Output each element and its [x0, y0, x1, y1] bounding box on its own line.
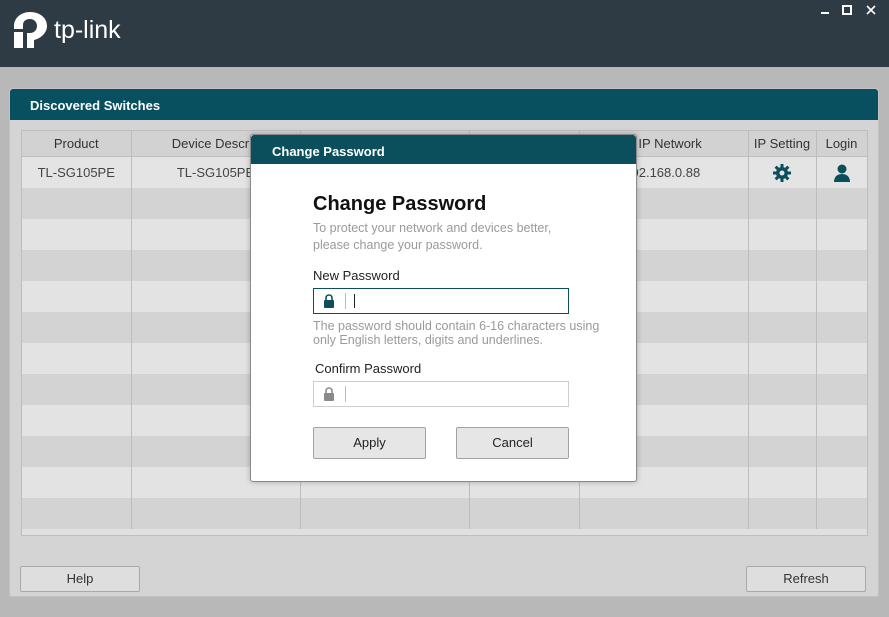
title-bar: tp-link	[0, 0, 889, 67]
table-cell	[22, 281, 132, 312]
dialog-header-title: Change Password	[272, 144, 385, 159]
table-cell	[748, 498, 817, 529]
table-cell	[816, 436, 868, 467]
brand-name: tp-link	[54, 15, 121, 44]
table-cell	[748, 312, 817, 343]
table-cell	[816, 312, 868, 343]
close-button[interactable]	[864, 4, 878, 18]
cell-product: TL-SG105PE	[22, 156, 132, 188]
tp-link-logo: tp-link	[10, 10, 121, 50]
change-password-dialog: Change Password Change Password To prote…	[250, 134, 637, 482]
table-cell	[748, 405, 817, 436]
table-cell	[22, 188, 132, 219]
refresh-button[interactable]: Refresh	[746, 566, 866, 592]
table-cell	[816, 250, 868, 281]
table-cell	[22, 467, 132, 498]
table-cell	[816, 498, 868, 529]
table-cell	[816, 374, 868, 405]
table-cell	[22, 498, 132, 529]
panel-header: Discovered Switches	[10, 89, 878, 120]
table-cell	[816, 188, 868, 219]
table-cell	[748, 343, 817, 374]
login-cell[interactable]	[816, 156, 868, 188]
table-cell	[748, 188, 817, 219]
table-cell	[22, 405, 132, 436]
field-separator	[345, 293, 346, 309]
minimize-button[interactable]	[818, 4, 832, 18]
user-icon[interactable]	[832, 163, 852, 183]
confirm-password-field[interactable]	[313, 381, 569, 407]
table-cell	[22, 343, 132, 374]
new-password-label: New Password	[313, 268, 400, 283]
gear-icon[interactable]	[772, 163, 792, 183]
table-cell	[816, 405, 868, 436]
lock-icon	[324, 294, 334, 308]
table-cell	[22, 219, 132, 250]
table-cell	[816, 281, 868, 312]
table-cell	[300, 498, 470, 529]
dialog-description: To protect your network and devices bett…	[313, 221, 552, 252]
table-cell	[748, 281, 817, 312]
table-cell	[816, 343, 868, 374]
table-row[interactable]	[22, 498, 868, 529]
new-password-input[interactable]	[350, 291, 564, 311]
table-cell	[22, 312, 132, 343]
table-cell	[22, 374, 132, 405]
confirm-password-label: Confirm Password	[315, 361, 422, 376]
ip-setting-cell[interactable]	[748, 156, 817, 188]
col-header-login[interactable]: Login	[816, 131, 868, 157]
confirm-password-input[interactable]	[350, 384, 564, 404]
table-cell	[22, 250, 132, 281]
table-cell	[22, 436, 132, 467]
new-password-field[interactable]	[313, 288, 569, 314]
table-cell	[579, 498, 749, 529]
table-cell	[131, 498, 301, 529]
maximize-button[interactable]	[840, 4, 854, 18]
table-cell	[816, 219, 868, 250]
table-cell	[748, 250, 817, 281]
cancel-button[interactable]: Cancel	[456, 427, 569, 459]
lock-icon	[324, 387, 334, 401]
panel-title: Discovered Switches	[30, 98, 161, 113]
col-header-ip-setting[interactable]: IP Setting	[748, 131, 817, 157]
table-cell	[748, 219, 817, 250]
table-cell	[748, 374, 817, 405]
table-cell	[748, 436, 817, 467]
dialog-header: Change Password	[251, 135, 636, 164]
dialog-heading: Change Password	[313, 193, 487, 215]
password-hint: The password should contain 6-16 charact…	[313, 319, 600, 347]
table-cell	[748, 467, 817, 498]
table-cell	[469, 498, 580, 529]
field-separator	[345, 386, 346, 402]
col-header-product[interactable]: Product	[22, 131, 132, 157]
help-button[interactable]: Help	[20, 566, 140, 592]
table-cell	[816, 467, 868, 498]
tp-link-logo-icon	[14, 12, 47, 48]
apply-button[interactable]: Apply	[313, 427, 426, 459]
